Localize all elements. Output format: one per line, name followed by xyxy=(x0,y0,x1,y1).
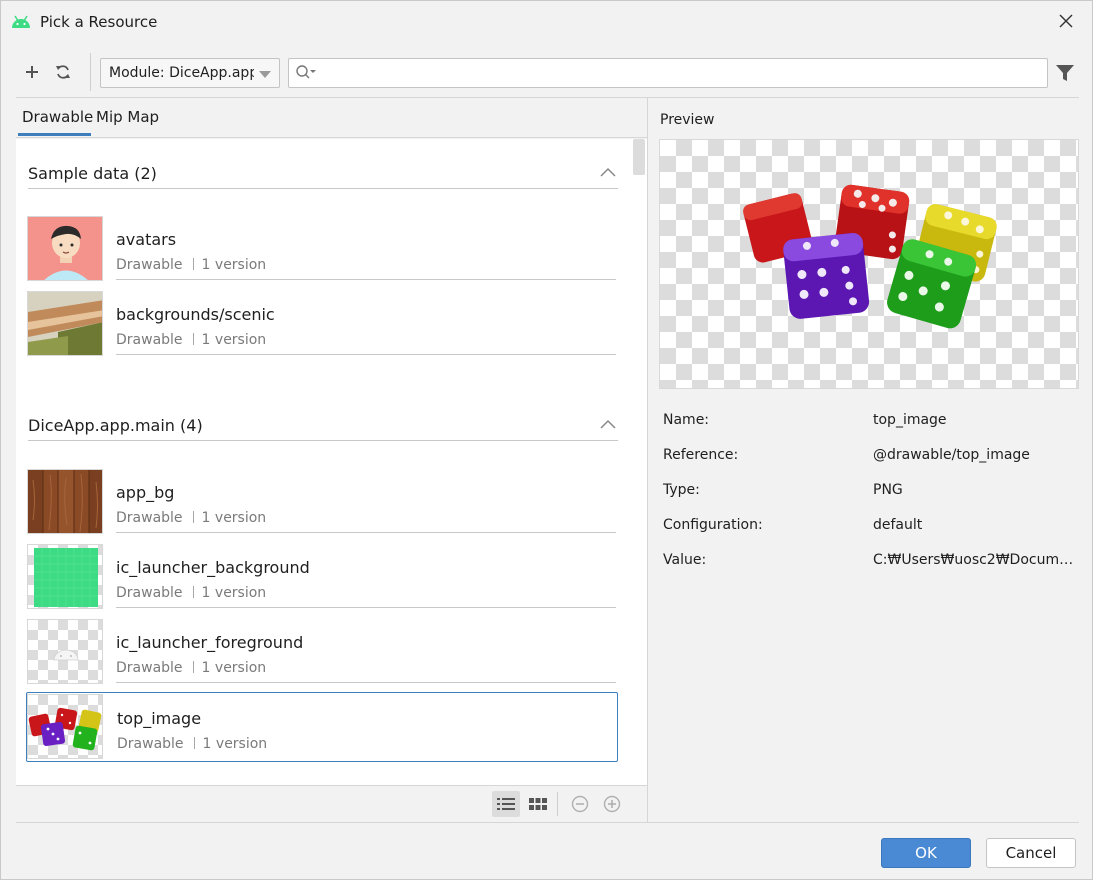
zoom-out-button[interactable] xyxy=(566,791,594,817)
plus-icon xyxy=(26,66,38,78)
resource-name: backgrounds/scenic xyxy=(116,305,275,324)
property-label: Configuration: xyxy=(663,517,763,533)
property-label: Reference: xyxy=(663,447,739,463)
property-row-configuration: Configuration: default xyxy=(663,517,1078,541)
pane-divider xyxy=(647,98,648,822)
section-header-sample-data: Sample data (2) xyxy=(28,139,618,189)
property-row-type: Type: PNG xyxy=(663,482,1078,506)
resource-item-avatars[interactable]: avatars Drawable 1 version xyxy=(26,214,618,284)
pick-resource-dialog: Pick a Resource Module: DiceApp.app Draw… xyxy=(0,0,1093,880)
resource-name: avatars xyxy=(116,230,177,249)
view-options-bar xyxy=(16,785,647,822)
item-divider xyxy=(116,682,616,683)
resource-name: app_bg xyxy=(116,483,175,502)
ok-button[interactable]: OK xyxy=(881,838,971,868)
property-row-name: Name: top_image xyxy=(663,412,1078,436)
item-divider xyxy=(116,279,616,280)
search-icon[interactable] xyxy=(295,64,317,82)
resource-item-top-image[interactable]: top_image Drawable 1 version xyxy=(26,692,618,762)
chevron-up-icon[interactable] xyxy=(600,419,616,429)
section-header-diceapp-main: DiceApp.app.main (4) xyxy=(28,391,618,441)
resource-item-app-bg[interactable]: app_bg Drawable 1 version xyxy=(26,467,618,537)
resource-list[interactable]: Sample data (2) avatars Drawable 1 versi… xyxy=(16,139,647,785)
tab-drawable[interactable]: Drawable xyxy=(22,108,93,126)
item-divider xyxy=(116,532,616,533)
property-value: top_image xyxy=(873,412,947,428)
list-view-icon xyxy=(497,798,515,810)
chevron-down-icon xyxy=(259,71,271,78)
resource-meta: Drawable 1 version xyxy=(116,660,267,676)
list-view-button[interactable] xyxy=(492,791,520,817)
divider xyxy=(16,822,1079,823)
tab-bar: Drawable Mip Map xyxy=(16,98,647,138)
close-icon xyxy=(1059,14,1073,28)
property-label: Value: xyxy=(663,552,707,568)
module-dropdown-label: Module: DiceApp.app xyxy=(109,65,254,81)
zoom-in-icon xyxy=(603,795,621,813)
cancel-button[interactable]: Cancel xyxy=(986,838,1076,868)
section-title: Sample data (2) xyxy=(28,164,157,183)
property-value: C:₩Users₩uosc2₩Document... xyxy=(873,552,1078,568)
title-bar: Pick a Resource xyxy=(1,1,1092,43)
resource-meta: Drawable 1 version xyxy=(116,257,267,273)
avatar-thumbnail xyxy=(27,216,103,281)
resource-meta: Drawable 1 version xyxy=(117,736,268,752)
property-value: default xyxy=(873,517,923,533)
property-row-reference: Reference: @drawable/top_image xyxy=(663,447,1078,471)
property-value: @drawable/top_image xyxy=(873,447,1030,463)
module-dropdown[interactable]: Module: DiceApp.app xyxy=(100,58,280,88)
resource-browser: Drawable Mip Map Sample data (2) avatars… xyxy=(16,98,647,822)
resource-item-ic-launcher-foreground[interactable]: ic_launcher_foreground Drawable 1 version xyxy=(26,617,618,687)
property-value: PNG xyxy=(873,482,903,498)
toolbar: Module: DiceApp.app xyxy=(1,47,1092,97)
dialog-title: Pick a Resource xyxy=(40,13,158,31)
preview-label: Preview xyxy=(660,112,715,128)
refresh-button[interactable] xyxy=(51,60,75,84)
android-icon xyxy=(12,15,30,28)
filter-icon[interactable] xyxy=(1054,63,1076,83)
scrollbar-thumb[interactable] xyxy=(633,139,645,175)
tab-mip-map[interactable]: Mip Map xyxy=(96,108,159,126)
item-divider xyxy=(116,607,616,608)
divider xyxy=(557,792,558,816)
resource-name: ic_launcher_foreground xyxy=(116,633,304,652)
resource-meta: Drawable 1 version xyxy=(116,585,267,601)
property-label: Type: xyxy=(663,482,700,498)
resource-name: ic_launcher_background xyxy=(116,558,310,577)
zoom-in-button[interactable] xyxy=(598,791,626,817)
green-grid-thumbnail xyxy=(27,544,103,609)
dice-preview-image xyxy=(743,184,997,329)
search-field[interactable] xyxy=(288,58,1048,88)
chevron-up-icon[interactable] xyxy=(600,167,616,177)
resource-meta: Drawable 1 version xyxy=(116,510,267,526)
add-resource-button[interactable] xyxy=(20,60,44,84)
android-thumbnail xyxy=(27,619,103,684)
item-divider xyxy=(116,354,616,355)
grid-view-icon xyxy=(529,798,547,810)
refresh-icon xyxy=(56,65,70,79)
resource-item-backgrounds-scenic[interactable]: backgrounds/scenic Drawable 1 version xyxy=(26,289,618,359)
active-tab-indicator xyxy=(18,133,91,136)
property-row-value: Value: C:₩Users₩uosc2₩Document... xyxy=(663,552,1078,576)
section-title: DiceApp.app.main (4) xyxy=(28,416,203,435)
toolbar-divider xyxy=(90,53,91,91)
grid-view-button[interactable] xyxy=(524,791,552,817)
preview-image xyxy=(659,139,1079,389)
close-button[interactable] xyxy=(1051,7,1081,35)
wood-thumbnail xyxy=(27,469,103,534)
zoom-out-icon xyxy=(571,795,589,813)
resource-name: top_image xyxy=(117,709,202,728)
search-input[interactable] xyxy=(323,62,1038,84)
resource-meta: Drawable 1 version xyxy=(116,332,267,348)
scenic-thumbnail xyxy=(27,291,103,356)
dice-thumbnail xyxy=(27,694,103,759)
property-label: Name: xyxy=(663,412,710,428)
resource-item-ic-launcher-background[interactable]: ic_launcher_background Drawable 1 version xyxy=(26,542,618,612)
